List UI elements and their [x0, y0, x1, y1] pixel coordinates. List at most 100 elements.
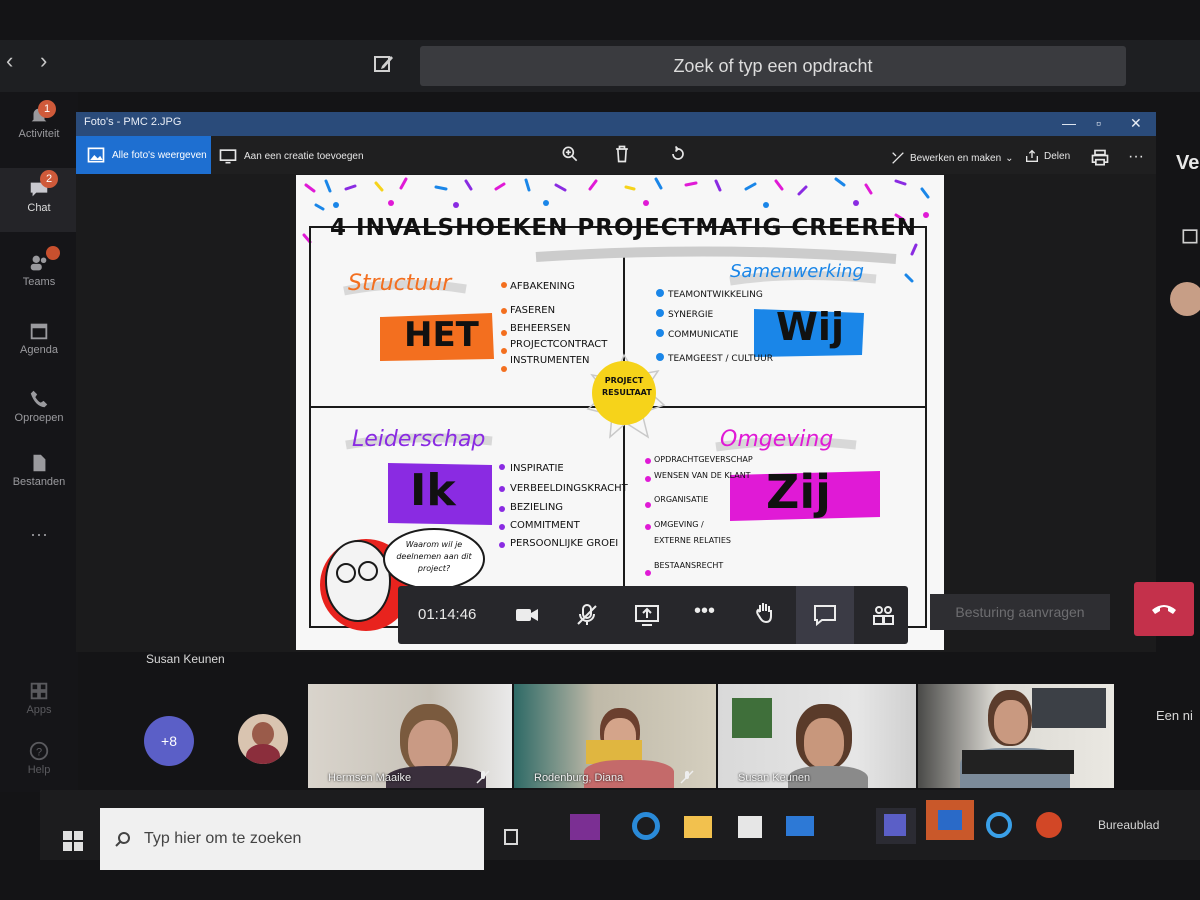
- edit-create-button[interactable]: Bewerken en maken ⌄: [890, 150, 1014, 166]
- rail-label: Activiteit: [18, 128, 60, 140]
- mic-off-icon[interactable]: [574, 602, 600, 628]
- rotate-icon[interactable]: [668, 144, 688, 164]
- chat-icon[interactable]: [812, 602, 838, 628]
- minimize-icon[interactable]: —: [1062, 115, 1076, 131]
- rail-item-activity[interactable]: Activiteit 1: [0, 100, 78, 140]
- rail-label: Oproepen: [14, 412, 64, 424]
- more-options-icon[interactable]: ···: [1128, 148, 1144, 166]
- participant-name: Susan Keunen: [738, 772, 811, 784]
- quadrant-heading-omgeving: Omgeving: [720, 427, 834, 452]
- outlook-icon[interactable]: [926, 800, 974, 840]
- quadrant-heading-samenwerking: Samenwerking: [730, 261, 864, 282]
- bullet-item: TEAMGEEST / CULTUUR: [668, 354, 773, 364]
- print-icon[interactable]: [1090, 148, 1110, 168]
- windows-start-icon[interactable]: [62, 830, 84, 852]
- rail-item-apps[interactable]: Apps: [0, 680, 78, 716]
- internet-explorer-icon[interactable]: [980, 808, 1020, 844]
- participant-name: Hermsen Maaike: [328, 772, 412, 784]
- rail-item-help[interactable]: ? Help: [0, 740, 78, 776]
- video-tile[interactable]: Rodenburg, Diana: [514, 684, 716, 788]
- rail-label: Apps: [26, 704, 52, 716]
- all-photos-button[interactable]: Alle foto's weergeven: [76, 136, 211, 174]
- share-button[interactable]: Delen: [1024, 148, 1070, 164]
- bullet-item: COMMITMENT: [510, 520, 580, 531]
- quadrant-word-wij: Wij: [776, 305, 844, 349]
- search-icon: [115, 832, 130, 847]
- rail-item-files[interactable]: Bestanden: [0, 452, 78, 488]
- bullet-item: OMGEVING / EXTERNE RELATIES: [654, 520, 731, 545]
- back-arrow-icon[interactable]: ‹: [6, 48, 13, 74]
- rail-label: Chat: [27, 202, 51, 214]
- chevron-down-icon: ⌄: [1005, 152, 1014, 164]
- apps-icon: [30, 682, 48, 700]
- participants-icon[interactable]: [870, 602, 896, 628]
- video-tile[interactable]: Susan Keunen: [718, 684, 916, 788]
- bullet-item: OPDRACHTGEVERSCHAP: [654, 455, 753, 464]
- camera-icon[interactable]: [514, 602, 540, 628]
- rail-item-calls[interactable]: Oproepen: [0, 388, 78, 424]
- avatar[interactable]: [238, 714, 288, 764]
- quadrant-bullets-leiderschap: INSPIRATIE VERBEELDINGSKRACHT BEZIELING …: [510, 459, 628, 553]
- right-panel-text: Een ni: [1156, 708, 1193, 723]
- search-input[interactable]: Zoek of typ een opdracht: [420, 46, 1126, 86]
- onenote-icon[interactable]: [570, 814, 600, 840]
- taskbar-search-input[interactable]: Typ hier om te zoeken: [100, 808, 484, 870]
- bullet-item: BESTAANSRECHT: [654, 561, 724, 570]
- bullet-item: TEAMONTWIKKELING: [668, 290, 763, 300]
- rail-item-chat[interactable]: Chat 2: [0, 168, 78, 232]
- rail-item-agenda[interactable]: Agenda: [0, 320, 78, 356]
- help-icon: ?: [29, 741, 49, 761]
- sketch-title: 4 INVALSHOEKEN PROJECTMATIG CREEREN: [330, 215, 918, 241]
- powerpoint-icon[interactable]: [1030, 808, 1070, 844]
- rail-label: Teams: [22, 276, 56, 288]
- hang-up-icon: [1152, 605, 1176, 614]
- bullet-item: ORGANISATIE: [654, 495, 709, 504]
- quadrant-bullets-omgeving: OPDRACHTGEVERSCHAP WENSEN VAN DE KLANT O…: [654, 455, 753, 570]
- add-to-creation-button[interactable]: Aan een creatie toevoegen: [218, 146, 364, 166]
- add-to-creation-label: Aan een creatie toevoegen: [244, 150, 364, 162]
- center-project-result: PROJECT RESULTAAT: [602, 376, 652, 397]
- edge-icon[interactable]: [628, 808, 668, 844]
- zoom-icon[interactable]: [560, 144, 580, 164]
- request-control-button[interactable]: Besturing aanvragen: [930, 594, 1110, 630]
- bullet-item: AFBAKENING: [510, 281, 575, 292]
- bullet-item: INSPIRATIE: [510, 463, 564, 474]
- raise-hand-icon[interactable]: [752, 600, 778, 626]
- rail-item-teams[interactable]: Teams: [0, 246, 78, 288]
- delete-icon[interactable]: [612, 144, 632, 164]
- store-icon[interactable]: [732, 808, 772, 844]
- svg-text:?: ?: [36, 747, 42, 759]
- more-apps-icon[interactable]: ···: [0, 524, 78, 545]
- close-icon[interactable]: ✕: [1130, 115, 1142, 132]
- rail-label: Agenda: [20, 344, 58, 356]
- search-placeholder: Zoek of typ een opdracht: [673, 55, 873, 76]
- teams-taskbar-icon[interactable]: [876, 808, 916, 844]
- phone-icon: [30, 390, 48, 408]
- bullet-item: BEHEERSEN: [510, 323, 571, 334]
- video-tile[interactable]: Hermsen Maaike: [308, 684, 512, 788]
- hang-up-button[interactable]: [1134, 582, 1194, 636]
- more-actions-icon[interactable]: •••: [694, 600, 715, 623]
- taskbar-search-placeholder: Typ hier om te zoeken: [144, 830, 302, 847]
- bullet-item: WENSEN VAN DE KLANT: [654, 471, 751, 480]
- quadrant-heading-leiderschap: Leiderschap: [352, 427, 486, 452]
- bullet-item: BEZIELING: [510, 502, 564, 513]
- more-participants-badge[interactable]: +8: [144, 716, 194, 766]
- all-photos-label: Alle foto's weergeven: [112, 149, 207, 161]
- maximize-icon[interactable]: ▫: [1096, 115, 1101, 131]
- bullet-item: VERBEELDINGSKRACHT: [510, 483, 628, 494]
- confetti-decoration: [302, 177, 930, 631]
- task-view-icon[interactable]: [500, 826, 522, 848]
- edit-icon: [892, 152, 904, 164]
- desktop-toolbar-label[interactable]: Bureaublad: [1098, 818, 1159, 832]
- file-explorer-icon[interactable]: [680, 808, 720, 844]
- calendar-icon[interactable]: [1180, 226, 1200, 246]
- creation-icon: [219, 149, 237, 164]
- notification-badge: 2: [40, 170, 58, 188]
- edit-create-label: Bewerken en maken: [910, 152, 1002, 164]
- video-tile[interactable]: [918, 684, 1114, 788]
- mail-icon[interactable]: [782, 808, 822, 844]
- forward-arrow-icon[interactable]: ›: [40, 48, 47, 74]
- new-chat-icon[interactable]: [372, 52, 396, 76]
- share-screen-icon[interactable]: [634, 602, 660, 628]
